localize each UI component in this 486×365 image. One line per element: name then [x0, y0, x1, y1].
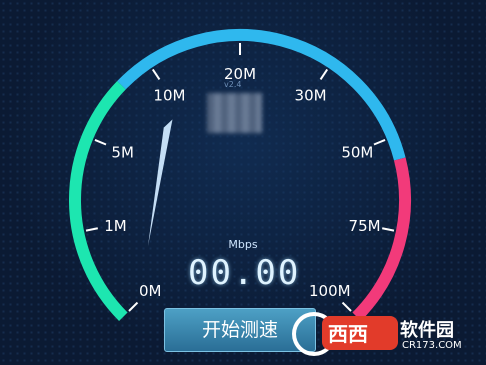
gauge-arc-high	[352, 157, 411, 321]
gauge-tick-mark	[382, 227, 395, 232]
gauge-tick-label: 75M	[349, 217, 381, 235]
gauge-tick-label: 50M	[341, 143, 373, 161]
gauge-tick-label: 5M	[111, 143, 134, 161]
speed-readout: 00.00	[188, 253, 301, 293]
gauge-tick-label: 0M	[139, 282, 162, 300]
speed-needle	[148, 119, 173, 246]
gauge-tick-label: 1M	[104, 217, 127, 235]
watermark-title: 软件园	[400, 320, 454, 341]
watermark-brand: 西西	[328, 322, 368, 346]
gauge-tick-mark	[151, 68, 161, 80]
gauge-tick-mark	[85, 227, 98, 232]
gauge-arc-low	[68, 81, 128, 321]
gauge-tick-mark	[128, 301, 139, 312]
gauge-tick-mark	[341, 301, 352, 312]
watermark-site: CR173.COM	[402, 340, 462, 351]
gauge-tick-mark	[319, 68, 329, 80]
gauge-tick-label: 10M	[153, 86, 185, 104]
speed-unit-label: Mbps	[228, 238, 258, 251]
blurred-server-info	[207, 93, 262, 133]
version-text: v2.4	[224, 80, 242, 89]
gauge-tick-mark	[94, 138, 107, 146]
site-watermark: 西西 软件园 CR173.COM	[292, 312, 482, 356]
gauge-tick-label: 30M	[295, 86, 327, 104]
gauge-tick-mark	[373, 138, 386, 146]
gauge-tick-label: 100M	[309, 282, 351, 300]
